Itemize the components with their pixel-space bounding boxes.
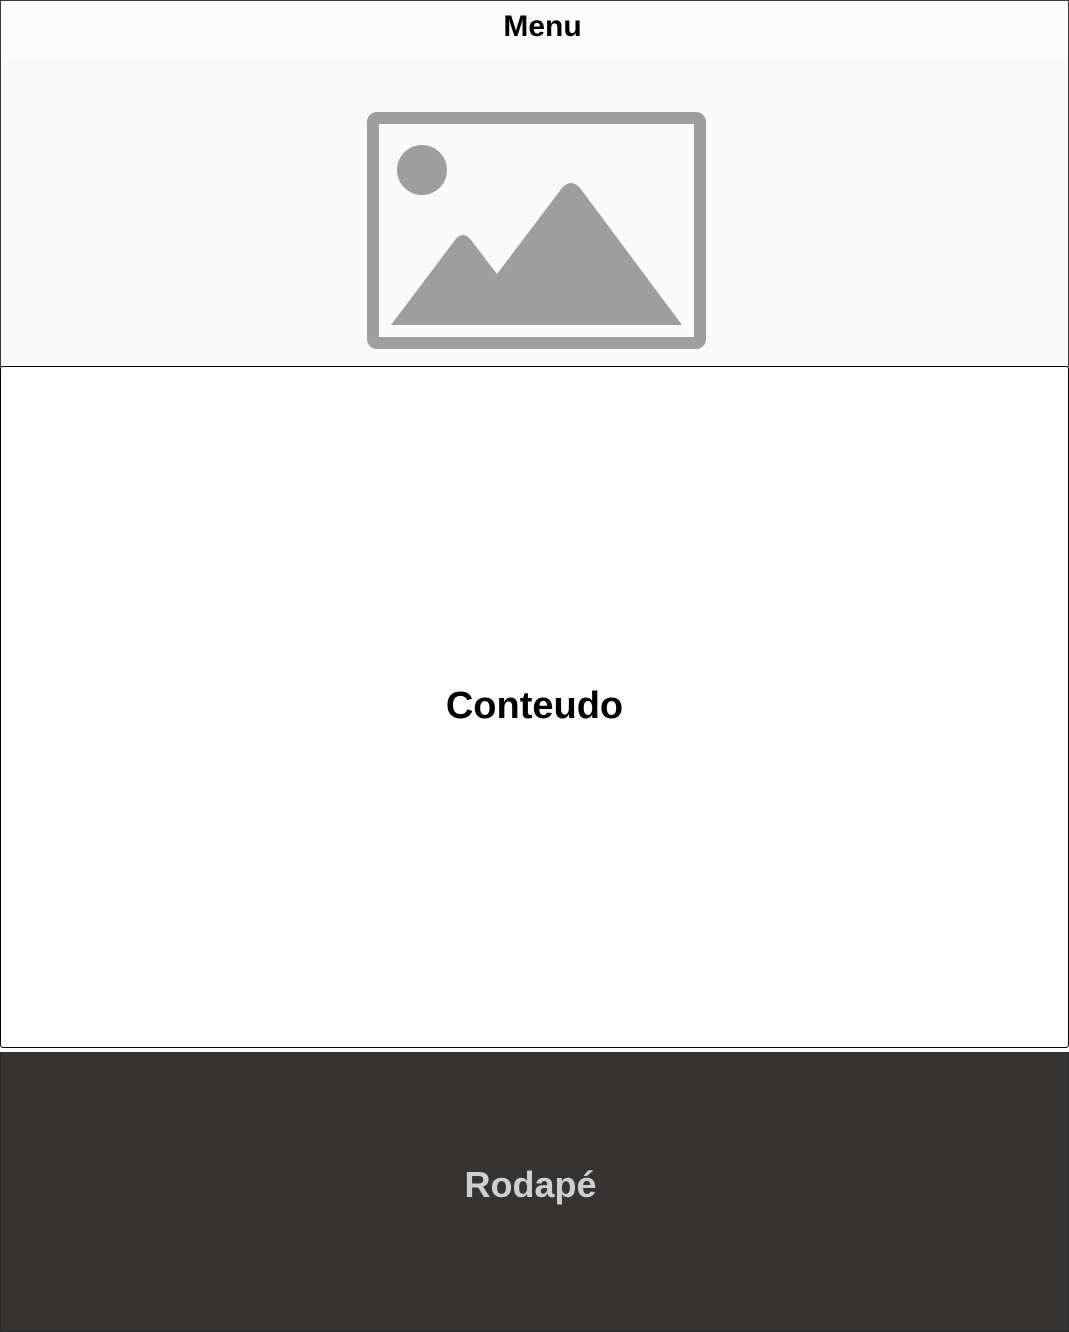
content-area: Conteudo [0, 366, 1069, 1048]
page: Menu Conteudo Rodapé [0, 0, 1069, 1332]
menu-bar[interactable]: Menu [0, 0, 1069, 59]
image-placeholder-icon [367, 112, 706, 349]
footer: Rodapé [0, 1052, 1069, 1332]
footer-label: Rodapé [464, 1163, 597, 1205]
content-label: Conteudo [445, 684, 624, 727]
menu-label[interactable]: Menu [503, 10, 581, 44]
banner [0, 58, 1069, 367]
